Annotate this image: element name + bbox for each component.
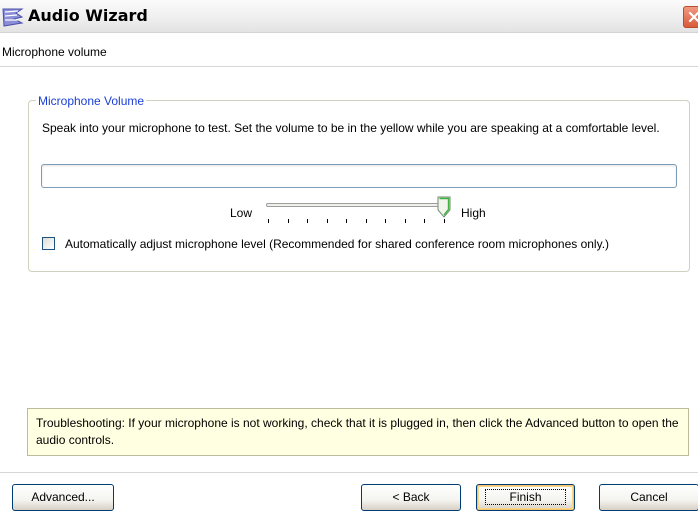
auto-adjust-checkbox[interactable] <box>42 237 55 250</box>
slider-tick <box>326 219 328 223</box>
group-legend: Microphone Volume <box>36 94 147 108</box>
instructions-text: Speak into your microphone to test. Set … <box>42 121 660 135</box>
advanced-button[interactable]: Advanced... <box>12 484 114 511</box>
slider-tick <box>444 219 445 223</box>
troubleshooting-text: Troubleshooting: If your microphone is n… <box>36 416 679 447</box>
close-icon <box>688 11 698 23</box>
close-button[interactable] <box>683 6 698 28</box>
slider-tick <box>424 219 426 223</box>
slider-track[interactable] <box>266 203 446 207</box>
cancel-button[interactable]: Cancel <box>599 484 698 511</box>
window-title: Audio Wizard <box>28 6 148 25</box>
footer-divider <box>0 472 698 473</box>
page-header: Microphone volume <box>0 33 698 67</box>
microphone-level-meter <box>41 164 677 188</box>
finish-button-label: Finish <box>485 489 566 505</box>
slider-tick <box>385 219 387 223</box>
troubleshooting-box: Troubleshooting: If your microphone is n… <box>27 408 689 456</box>
slider-tick <box>346 219 348 223</box>
slider-low-label: Low <box>230 206 253 220</box>
finish-button[interactable]: Finish <box>476 484 575 511</box>
slider-tick <box>365 219 367 223</box>
audio-wizard-icon <box>2 8 24 27</box>
slider-tick <box>307 219 309 223</box>
volume-slider[interactable] <box>262 196 456 230</box>
page-title: Microphone volume <box>2 45 107 59</box>
audio-wizard-window: Audio Wizard Microphone volume Microphon… <box>0 0 698 519</box>
slider-tick <box>287 219 289 223</box>
back-button[interactable]: < Back <box>361 484 461 511</box>
slider-thumb[interactable] <box>437 196 451 218</box>
title-bar[interactable]: Audio Wizard <box>0 0 698 33</box>
slider-tick <box>268 219 269 223</box>
auto-adjust-label[interactable]: Automatically adjust microphone level (R… <box>65 237 609 251</box>
slider-tick <box>404 219 406 223</box>
slider-high-label: High <box>461 206 486 220</box>
